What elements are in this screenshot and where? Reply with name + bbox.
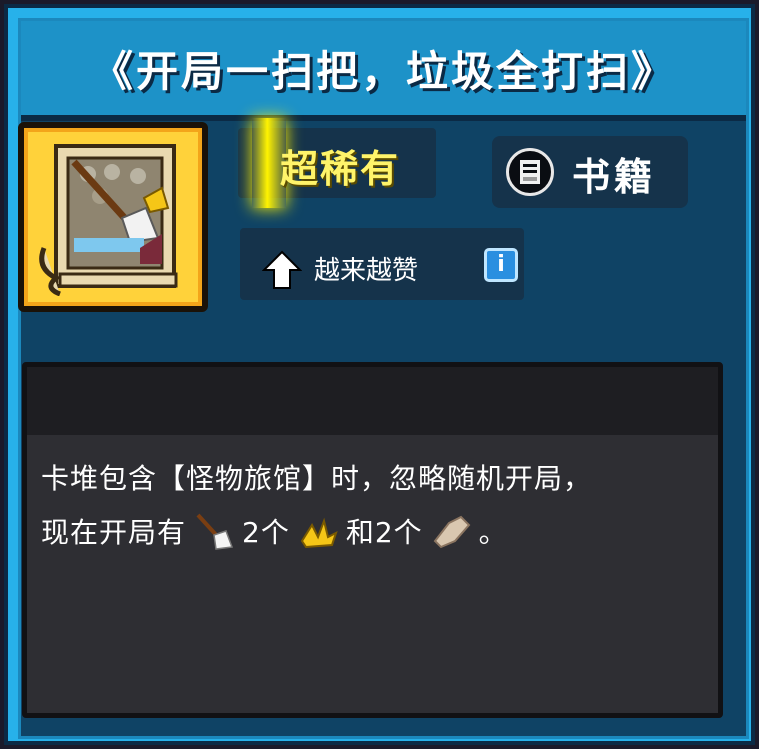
broom-icon[interactable]	[194, 511, 234, 551]
rarity-label: 超稀有	[280, 147, 401, 191]
description-box: 卡堆包含【怪物旅馆】时，忽略随机开局， 现在开局有 2个 和2个 。	[22, 362, 723, 718]
description-line-1: 卡堆包含【怪物旅馆】时，忽略随机开局，	[41, 457, 592, 497]
card-title: 《开局一扫把，垃圾全打扫》	[90, 46, 676, 96]
description-header	[27, 367, 718, 435]
description-text-end: 。	[478, 516, 508, 549]
description-text-2a: 现在开局有	[41, 516, 187, 549]
book-icon	[506, 148, 554, 196]
upgrade-label: 越来越赞	[314, 256, 419, 286]
broom-scroll-card-icon[interactable]	[18, 122, 208, 312]
up-arrow-icon	[262, 250, 302, 289]
item-count-1: 2个	[242, 516, 290, 549]
title-bar: 《开局一扫把，垃圾全打扫》	[21, 21, 746, 121]
description-line-2: 现在开局有 2个 和2个 。	[41, 511, 508, 551]
banana-peel-icon[interactable]	[298, 511, 338, 551]
card-art	[39, 144, 178, 296]
info-icon[interactable]: i	[484, 248, 518, 282]
description-text-1: 卡堆包含【怪物旅馆】时，忽略随机开局，	[41, 462, 593, 495]
description-text-2b: 和2个	[345, 516, 423, 549]
category-label: 书籍	[572, 155, 657, 199]
old-paper-icon[interactable]	[431, 511, 471, 551]
